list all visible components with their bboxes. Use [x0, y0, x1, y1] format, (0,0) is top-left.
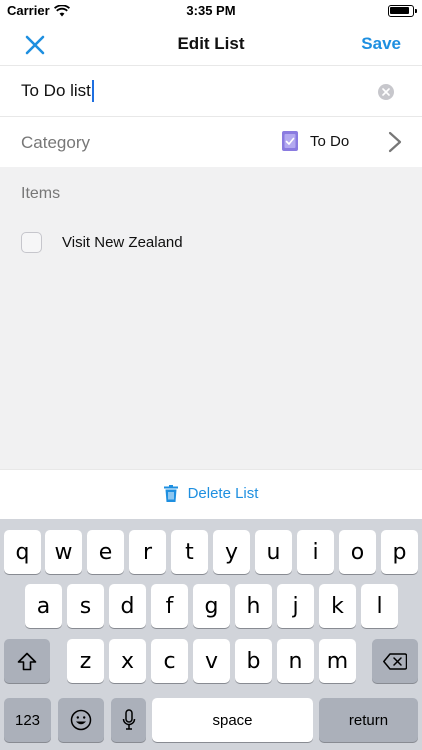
delete-list-label: Delete List — [187, 485, 259, 502]
microphone-icon — [122, 709, 135, 730]
key-m[interactable]: m — [319, 639, 356, 683]
list-name-input[interactable]: To Do list — [21, 80, 94, 102]
backspace-icon — [383, 652, 407, 670]
keyboard: q w e r t y u i o p a s d f g h j k l z … — [0, 519, 422, 750]
delete-bar: Delete List — [0, 469, 422, 519]
key-y[interactable]: y — [213, 530, 250, 574]
status-time: 3:35 PM — [186, 3, 236, 18]
key-p[interactable]: p — [381, 530, 418, 574]
key-b[interactable]: b — [235, 639, 272, 683]
space-key[interactable]: space — [152, 698, 313, 742]
text-cursor — [91, 80, 94, 102]
category-row[interactable]: Category To Do — [0, 117, 422, 167]
key-i[interactable]: i — [297, 530, 334, 574]
delete-list-button[interactable]: Delete List — [0, 485, 422, 502]
key-t[interactable]: t — [171, 530, 208, 574]
key-e[interactable]: e — [87, 530, 124, 574]
key-k[interactable]: k — [319, 584, 356, 628]
backspace-key[interactable] — [372, 639, 418, 683]
list-name-value: To Do list — [21, 81, 91, 100]
item-label: Visit New Zealand — [62, 234, 183, 251]
trash-icon — [163, 485, 178, 502]
key-v[interactable]: v — [193, 639, 230, 683]
key-f[interactable]: f — [151, 584, 188, 628]
status-bar: Carrier 3:35 PM — [0, 0, 422, 22]
key-g[interactable]: g — [193, 584, 230, 628]
key-a[interactable]: a — [25, 584, 62, 628]
shift-icon — [17, 652, 37, 670]
key-c[interactable]: c — [151, 639, 188, 683]
key-r[interactable]: r — [129, 530, 166, 574]
return-key[interactable]: return — [319, 698, 418, 742]
key-l[interactable]: l — [361, 584, 398, 628]
save-button[interactable]: Save — [361, 34, 401, 54]
item-checkbox[interactable] — [21, 232, 42, 253]
list-item[interactable]: Visit New Zealand — [0, 227, 422, 259]
key-x[interactable]: x — [109, 639, 146, 683]
page-title: Edit List — [177, 34, 245, 53]
clear-text-icon[interactable] — [378, 84, 394, 100]
key-j[interactable]: j — [277, 584, 314, 628]
emoji-icon — [70, 709, 92, 731]
key-z[interactable]: z — [67, 639, 104, 683]
chevron-right-icon — [388, 131, 402, 153]
numbers-key[interactable]: 123 — [4, 698, 51, 742]
key-d[interactable]: d — [109, 584, 146, 628]
key-u[interactable]: u — [255, 530, 292, 574]
key-n[interactable]: n — [277, 639, 314, 683]
key-o[interactable]: o — [339, 530, 376, 574]
key-w[interactable]: w — [45, 530, 82, 574]
shift-key[interactable] — [4, 639, 50, 683]
key-q[interactable]: q — [4, 530, 41, 574]
key-s[interactable]: s — [67, 584, 104, 628]
list-name-row: To Do list — [0, 67, 422, 117]
dictation-key[interactable] — [111, 698, 146, 742]
items-heading: Items — [21, 185, 61, 202]
key-h[interactable]: h — [235, 584, 272, 628]
category-value: To Do — [310, 133, 350, 150]
todo-category-icon — [282, 131, 298, 151]
emoji-key[interactable] — [58, 698, 104, 742]
navigation-bar: Edit List Save — [0, 22, 422, 66]
category-label: Category — [21, 133, 90, 152]
items-section: Items Visit New Zealand — [0, 167, 422, 469]
battery-icon — [388, 5, 417, 17]
